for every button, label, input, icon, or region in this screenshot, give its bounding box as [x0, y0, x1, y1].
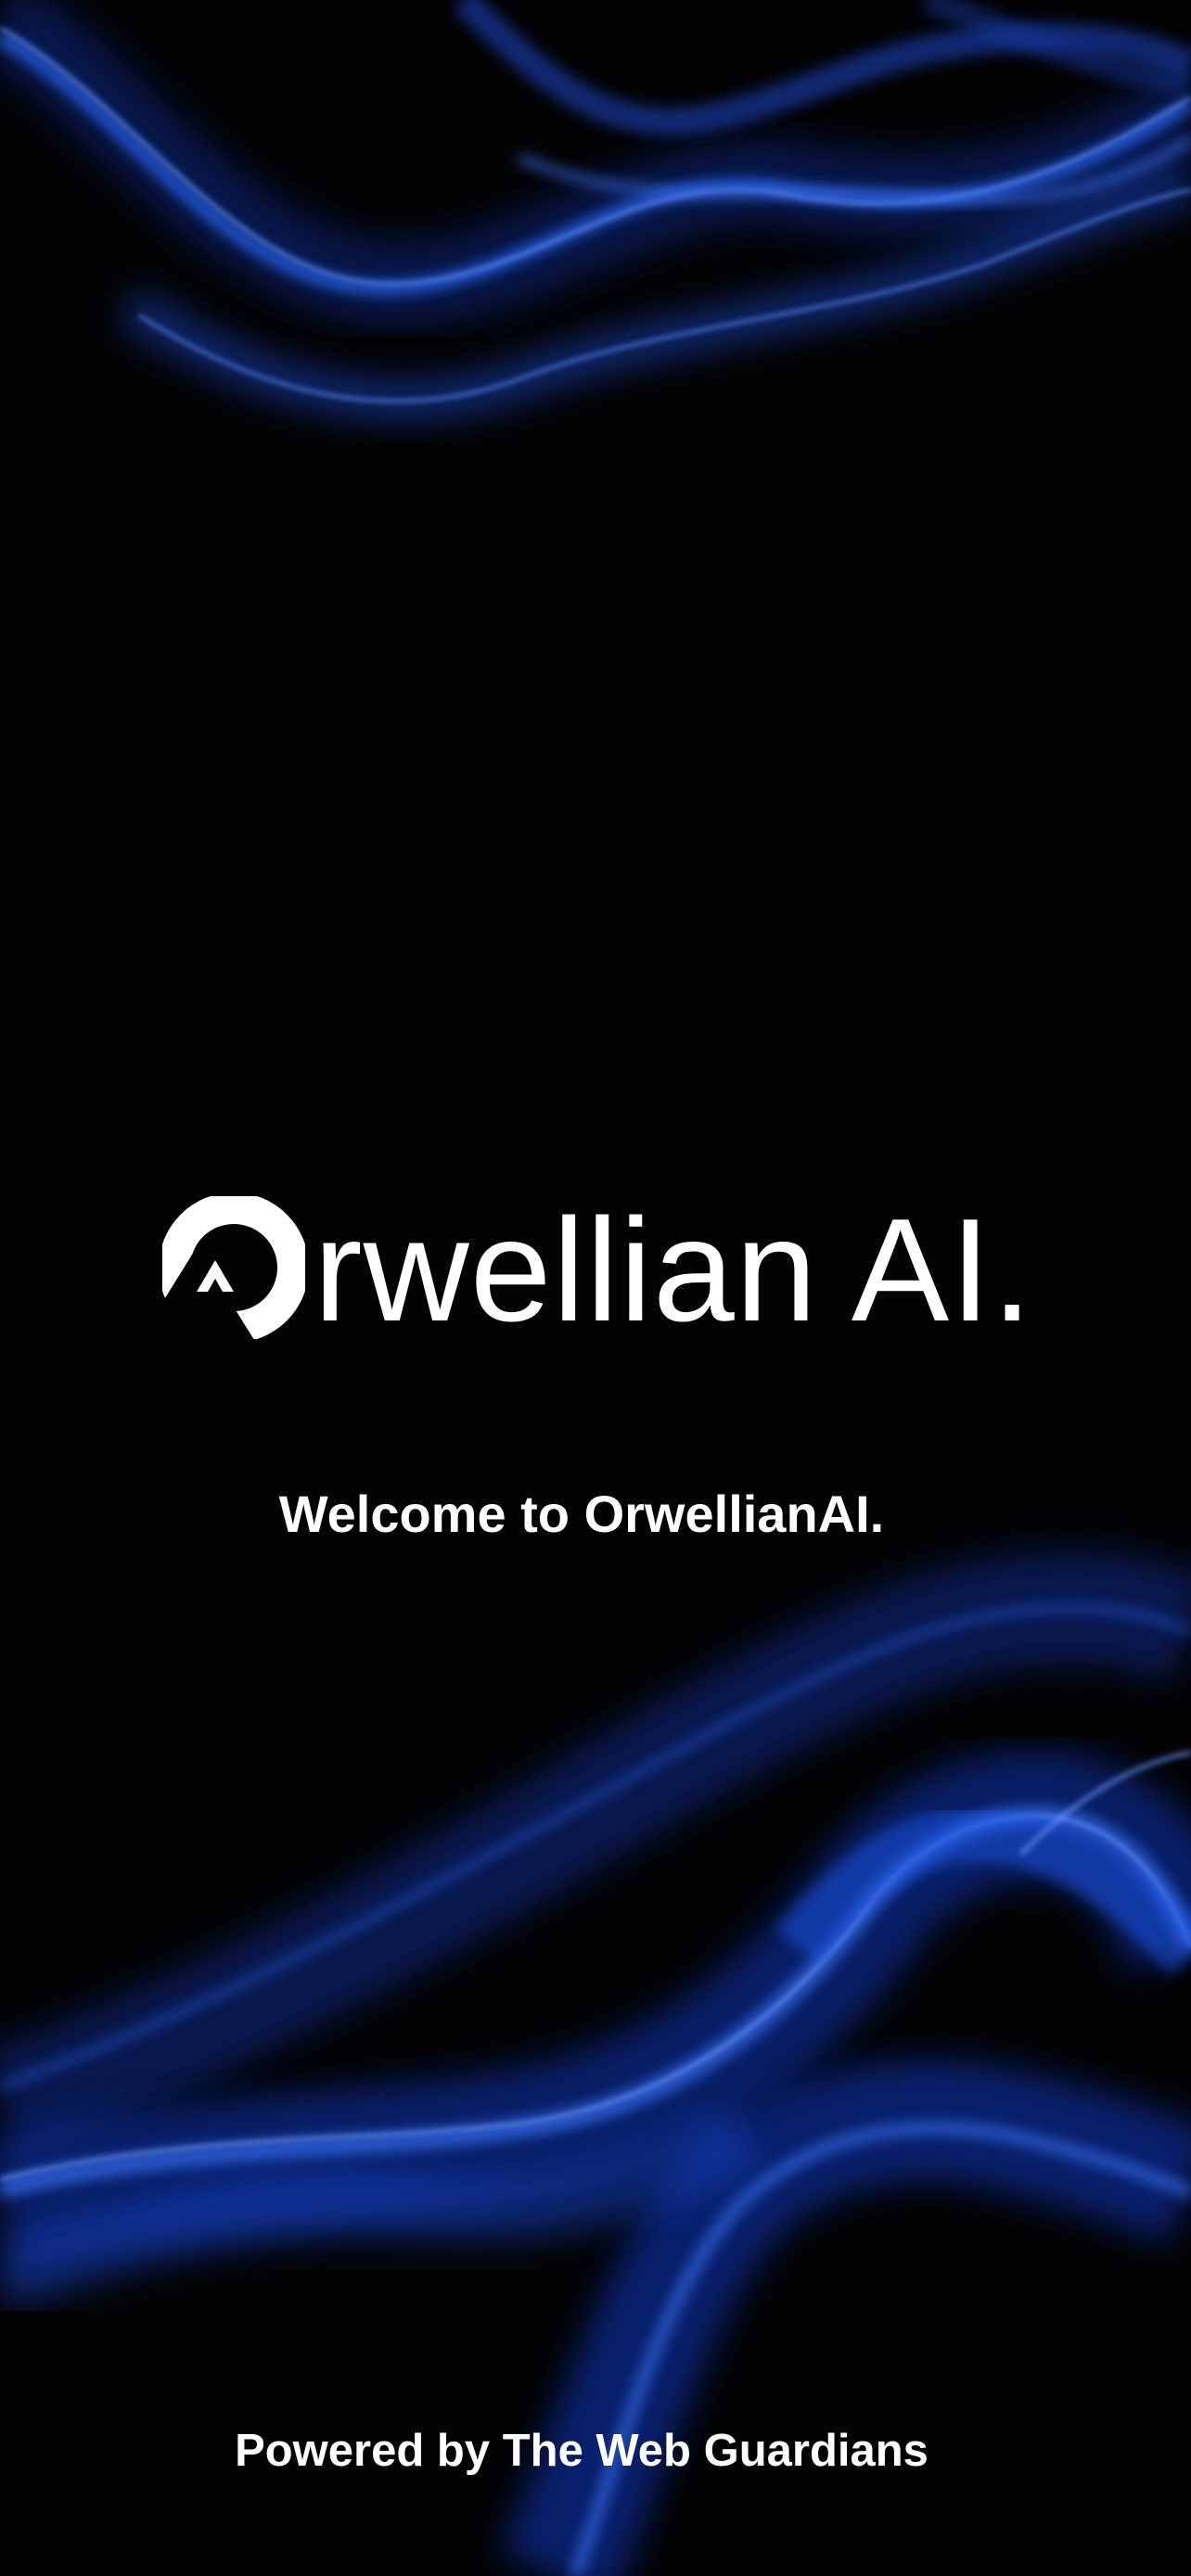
top-smoke [0, 0, 1191, 419]
welcome-heading: Welcome to OrwellianAI. [278, 1485, 885, 1543]
logo-wordmark: rwellian AI. [314, 1189, 1034, 1352]
powered-by-footer: Powered by The Web Guardians [235, 2426, 928, 2476]
splash-screen: rwellian AI. Welcome to OrwellianAI. Pow… [0, 0, 1191, 2576]
app-logo: rwellian AI. [158, 1192, 1048, 1349]
circle-a-logo-icon [159, 1192, 309, 1343]
